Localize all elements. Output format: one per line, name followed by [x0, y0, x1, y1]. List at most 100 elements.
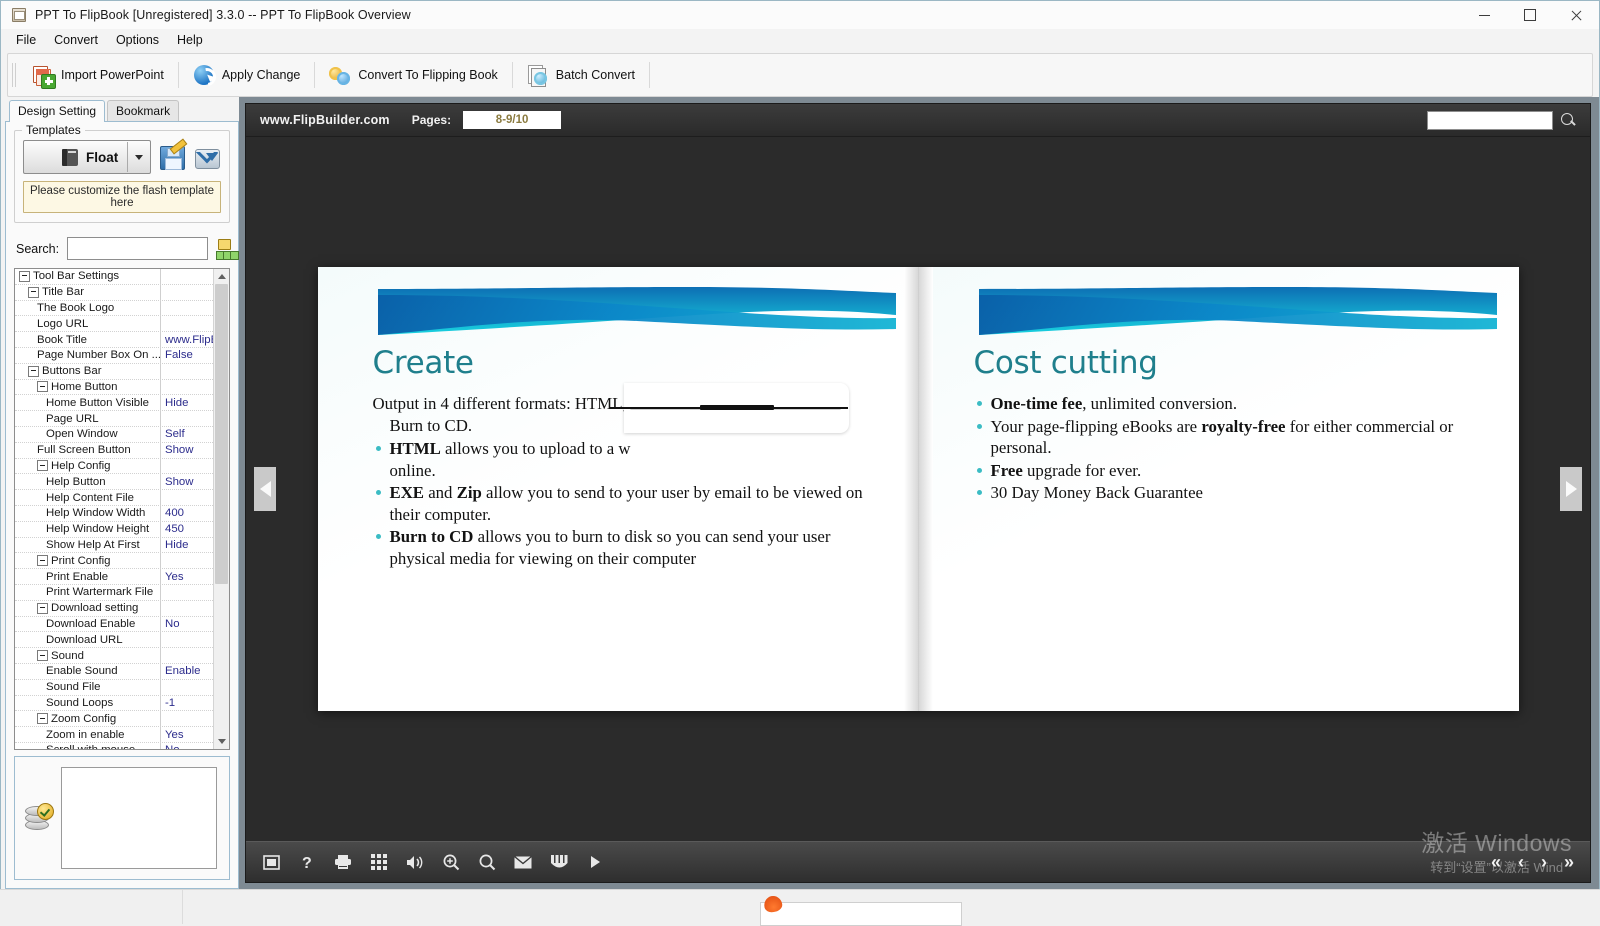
- property-row[interactable]: Zoom in enableYes: [15, 727, 213, 743]
- maximize-button[interactable]: [1507, 1, 1553, 29]
- viewer-search-input[interactable]: [1427, 111, 1553, 130]
- property-value[interactable]: False: [160, 348, 213, 363]
- property-row[interactable]: Show Help At FirstHide: [15, 538, 213, 554]
- property-value[interactable]: [160, 411, 213, 426]
- property-row[interactable]: Zoom Config: [15, 711, 213, 727]
- scroll-thumb[interactable]: [215, 284, 228, 584]
- property-value[interactable]: Hide: [160, 395, 213, 410]
- import-powerpoint-button[interactable]: Import PowerPoint: [21, 58, 175, 92]
- property-row[interactable]: Sound Loops-1: [15, 696, 213, 712]
- fullscreen-icon[interactable]: [262, 853, 280, 871]
- property-row[interactable]: Download setting: [15, 601, 213, 617]
- scroll-track[interactable]: [214, 284, 229, 734]
- scroll-down-button[interactable]: [214, 734, 229, 749]
- property-value[interactable]: [160, 601, 213, 616]
- property-row[interactable]: Help Content File: [15, 490, 213, 506]
- property-value[interactable]: [160, 301, 213, 316]
- property-row[interactable]: Help ButtonShow: [15, 474, 213, 490]
- property-value[interactable]: [160, 380, 213, 395]
- tab-bookmark[interactable]: Bookmark: [107, 100, 179, 121]
- email-icon[interactable]: [514, 853, 532, 871]
- load-template-icon[interactable]: [193, 143, 221, 171]
- property-row[interactable]: Tool Bar Settings: [15, 269, 213, 285]
- property-row[interactable]: Sound File: [15, 680, 213, 696]
- property-value[interactable]: [160, 490, 213, 505]
- flip-previous-button[interactable]: [254, 467, 276, 511]
- property-value[interactable]: [160, 632, 213, 647]
- pages-indicator[interactable]: 8-9/10: [463, 111, 561, 129]
- thumbnails-icon[interactable]: [370, 853, 388, 871]
- print-icon[interactable]: [334, 853, 352, 871]
- property-value[interactable]: [160, 285, 213, 300]
- property-value[interactable]: [160, 585, 213, 600]
- property-value[interactable]: [160, 553, 213, 568]
- property-row[interactable]: Page Number Box On ...False: [15, 348, 213, 364]
- property-value[interactable]: No: [160, 743, 213, 749]
- sound-icon[interactable]: [406, 853, 424, 871]
- scroll-up-button[interactable]: [214, 269, 229, 284]
- collapse-icon[interactable]: [37, 713, 48, 724]
- property-grid-rows[interactable]: Tool Bar SettingsTitle BarThe Book LogoL…: [15, 269, 213, 749]
- property-value[interactable]: [160, 269, 213, 284]
- collapse-icon[interactable]: [37, 650, 48, 661]
- property-value[interactable]: [160, 648, 213, 663]
- collapse-icon[interactable]: [37, 555, 48, 566]
- last-page-button[interactable]: »: [1564, 853, 1574, 871]
- page-right[interactable]: Cost cutting One-time fee, unlimited con…: [919, 267, 1519, 711]
- help-icon[interactable]: ?: [298, 853, 316, 871]
- menu-convert[interactable]: Convert: [45, 30, 107, 50]
- property-value[interactable]: [160, 711, 213, 726]
- property-value[interactable]: [160, 459, 213, 474]
- property-value[interactable]: Show: [160, 474, 213, 489]
- zoom-in-icon[interactable]: [442, 853, 460, 871]
- property-row[interactable]: Enable SoundEnable: [15, 664, 213, 680]
- property-row[interactable]: Full Screen ButtonShow: [15, 443, 213, 459]
- chevron-down-icon[interactable]: [127, 142, 150, 172]
- property-value[interactable]: [160, 680, 213, 695]
- page-scrollbar-overlay[interactable]: [624, 383, 849, 433]
- property-value[interactable]: Yes: [160, 569, 213, 584]
- property-row[interactable]: Help Config: [15, 459, 213, 475]
- convert-flipping-book-button[interactable]: Convert To Flipping Book: [318, 58, 508, 92]
- menu-help[interactable]: Help: [168, 30, 212, 50]
- property-value[interactable]: Yes: [160, 727, 213, 742]
- property-value[interactable]: Show: [160, 443, 213, 458]
- property-row[interactable]: Home Button VisibleHide: [15, 395, 213, 411]
- property-value[interactable]: [160, 316, 213, 331]
- flip-next-button[interactable]: [1560, 467, 1582, 511]
- property-row[interactable]: Download EnableNo: [15, 617, 213, 633]
- collapse-icon[interactable]: [19, 271, 30, 282]
- collapse-icon[interactable]: [37, 381, 48, 392]
- next-page-button[interactable]: ›: [1541, 853, 1547, 871]
- property-value[interactable]: 450: [160, 522, 213, 537]
- property-value[interactable]: No: [160, 617, 213, 632]
- taskbar-popup[interactable]: [760, 902, 962, 926]
- property-row[interactable]: Title Bar: [15, 285, 213, 301]
- property-row[interactable]: Print Config: [15, 553, 213, 569]
- collapse-icon[interactable]: [28, 366, 39, 377]
- property-row[interactable]: Help Window Width400: [15, 506, 213, 522]
- property-value[interactable]: Hide: [160, 538, 213, 553]
- property-row[interactable]: Help Window Height450: [15, 522, 213, 538]
- page-left[interactable]: Create Output in 4 different formats: HT…: [318, 267, 919, 711]
- property-row[interactable]: Scroll with mouseNo: [15, 743, 213, 749]
- collapse-icon[interactable]: [28, 287, 39, 298]
- property-value[interactable]: Enable: [160, 664, 213, 679]
- property-row[interactable]: Print Wartermark File: [15, 585, 213, 601]
- menu-options[interactable]: Options: [107, 30, 168, 50]
- filter-icon[interactable]: [216, 239, 230, 259]
- property-value[interactable]: Self: [160, 427, 213, 442]
- save-template-icon[interactable]: [158, 143, 186, 171]
- property-row[interactable]: Open WindowSelf: [15, 427, 213, 443]
- template-select[interactable]: Float: [23, 140, 151, 174]
- property-value[interactable]: www.FlipBuil...: [160, 332, 213, 347]
- property-row[interactable]: Logo URL: [15, 316, 213, 332]
- property-row[interactable]: Buttons Bar: [15, 364, 213, 380]
- property-row[interactable]: Print EnableYes: [15, 569, 213, 585]
- property-row[interactable]: Download URL: [15, 632, 213, 648]
- toolbar-grip[interactable]: [12, 63, 16, 87]
- property-value[interactable]: [160, 364, 213, 379]
- menu-file[interactable]: File: [7, 30, 45, 50]
- batch-convert-button[interactable]: Batch Convert: [516, 58, 646, 92]
- property-row[interactable]: Sound: [15, 648, 213, 664]
